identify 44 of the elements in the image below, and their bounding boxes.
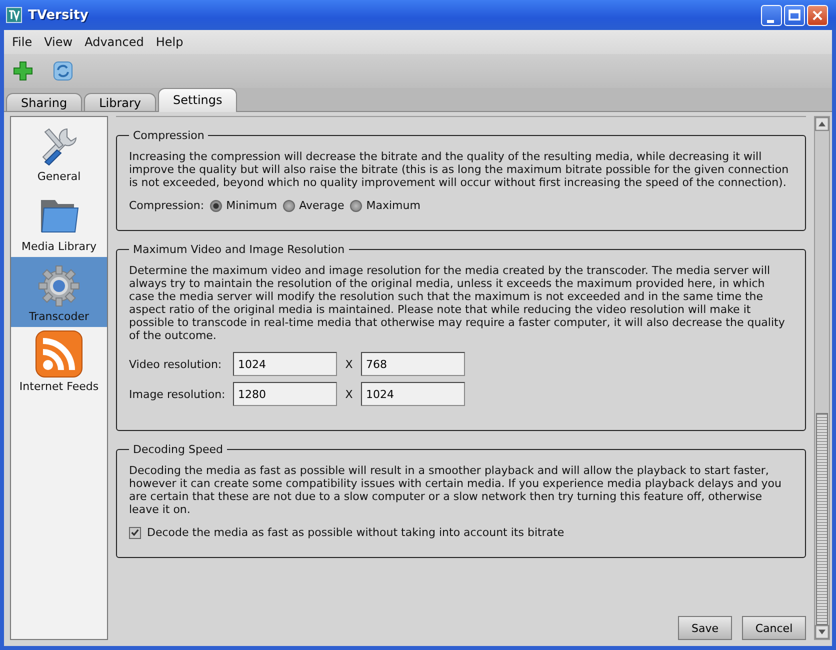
group-title: Compression	[132, 129, 206, 142]
gear-icon	[37, 264, 81, 308]
tab[interactable]: Sharing	[6, 93, 82, 111]
height-field[interactable]: 768	[361, 352, 465, 376]
description-text: Determine the maximum video and image resolution for the media created by the transcoder. The media server will always try to maintain the resolution of the original media, unless it exceeds the maximum provided here, in which case the media server will modify the resolution such that the maximum is not exceeded and in the same time the aspect ratio of the original media is maintained. Please note that while reducing the video resolution will make it possible to transcode in real-time media that otherwise may require a faster computer, it will also decrease the quality of the outcome.	[129, 264, 786, 342]
field-label: Image resolution:	[129, 388, 226, 400]
dialog-button[interactable]: Cancel	[742, 616, 806, 640]
radio-option[interactable]: Maximum	[350, 199, 420, 212]
app-icon	[6, 7, 22, 23]
field-label: Video resolution:	[129, 358, 223, 370]
plus-icon[interactable]	[12, 60, 34, 82]
maximize-button[interactable]	[784, 4, 805, 26]
sidebar-item[interactable]: General	[11, 117, 107, 187]
tab[interactable]: Library	[84, 93, 156, 111]
rss-icon	[35, 330, 83, 378]
minimize-icon	[767, 20, 774, 22]
times-sign: X	[344, 388, 354, 400]
scroll-down-icon[interactable]	[815, 625, 829, 639]
menu-item[interactable]: Help	[152, 35, 192, 49]
tab[interactable]: Settings	[158, 88, 238, 112]
checkbox-option[interactable]: Decode the media as fast as possible without taking into account its bitrate	[129, 526, 793, 539]
width-field[interactable]: 1024	[233, 352, 337, 376]
menu-item[interactable]: File	[8, 35, 40, 49]
sidebar-item[interactable]: Transcoder	[11, 257, 107, 327]
width-field[interactable]: 1280	[233, 382, 337, 406]
radio-option[interactable]: Minimum	[210, 199, 278, 212]
times-sign: X	[344, 358, 354, 370]
sidebar-item[interactable]: Media Library	[11, 187, 107, 257]
sidebar-item[interactable]: Internet Feeds	[11, 327, 107, 397]
minimize-button[interactable]	[761, 4, 782, 26]
group-title: Decoding Speed	[132, 443, 224, 456]
description-text: Increasing the compression will decrease the bitrate and the quality of the resulting media, while decreasing it will improve the quality but will also raise the bitrate (this is as long the maximum bitrate possible for the given connection is not exceeded, beyond which no quality improvement will occur without first increasing the speed of the connection).	[129, 150, 790, 189]
close-button[interactable]	[807, 4, 828, 26]
group-title: Maximum Video and Image Resolution	[132, 243, 346, 256]
radio-option[interactable]: Average	[283, 199, 344, 212]
menu-item[interactable]: Advanced	[80, 35, 152, 49]
window-title: TVersity	[28, 8, 88, 22]
description-text: Decoding the media as fast as possible will result in a smoother playback and will allow the playback to start faster, however it can create some compatibility issues with certain media. If you experience media playback delays and you are certain that these are not due to a slow computer or a slow network then try turning this feature off, otherwise leave it on.	[129, 464, 782, 516]
refresh-icon[interactable]	[52, 60, 74, 82]
field-label: Compression:	[129, 199, 204, 212]
height-field[interactable]: 1024	[361, 382, 465, 406]
dialog-button[interactable]: Save	[678, 616, 732, 640]
scroll-up-icon[interactable]	[815, 117, 829, 131]
menu-item[interactable]: View	[40, 35, 81, 49]
